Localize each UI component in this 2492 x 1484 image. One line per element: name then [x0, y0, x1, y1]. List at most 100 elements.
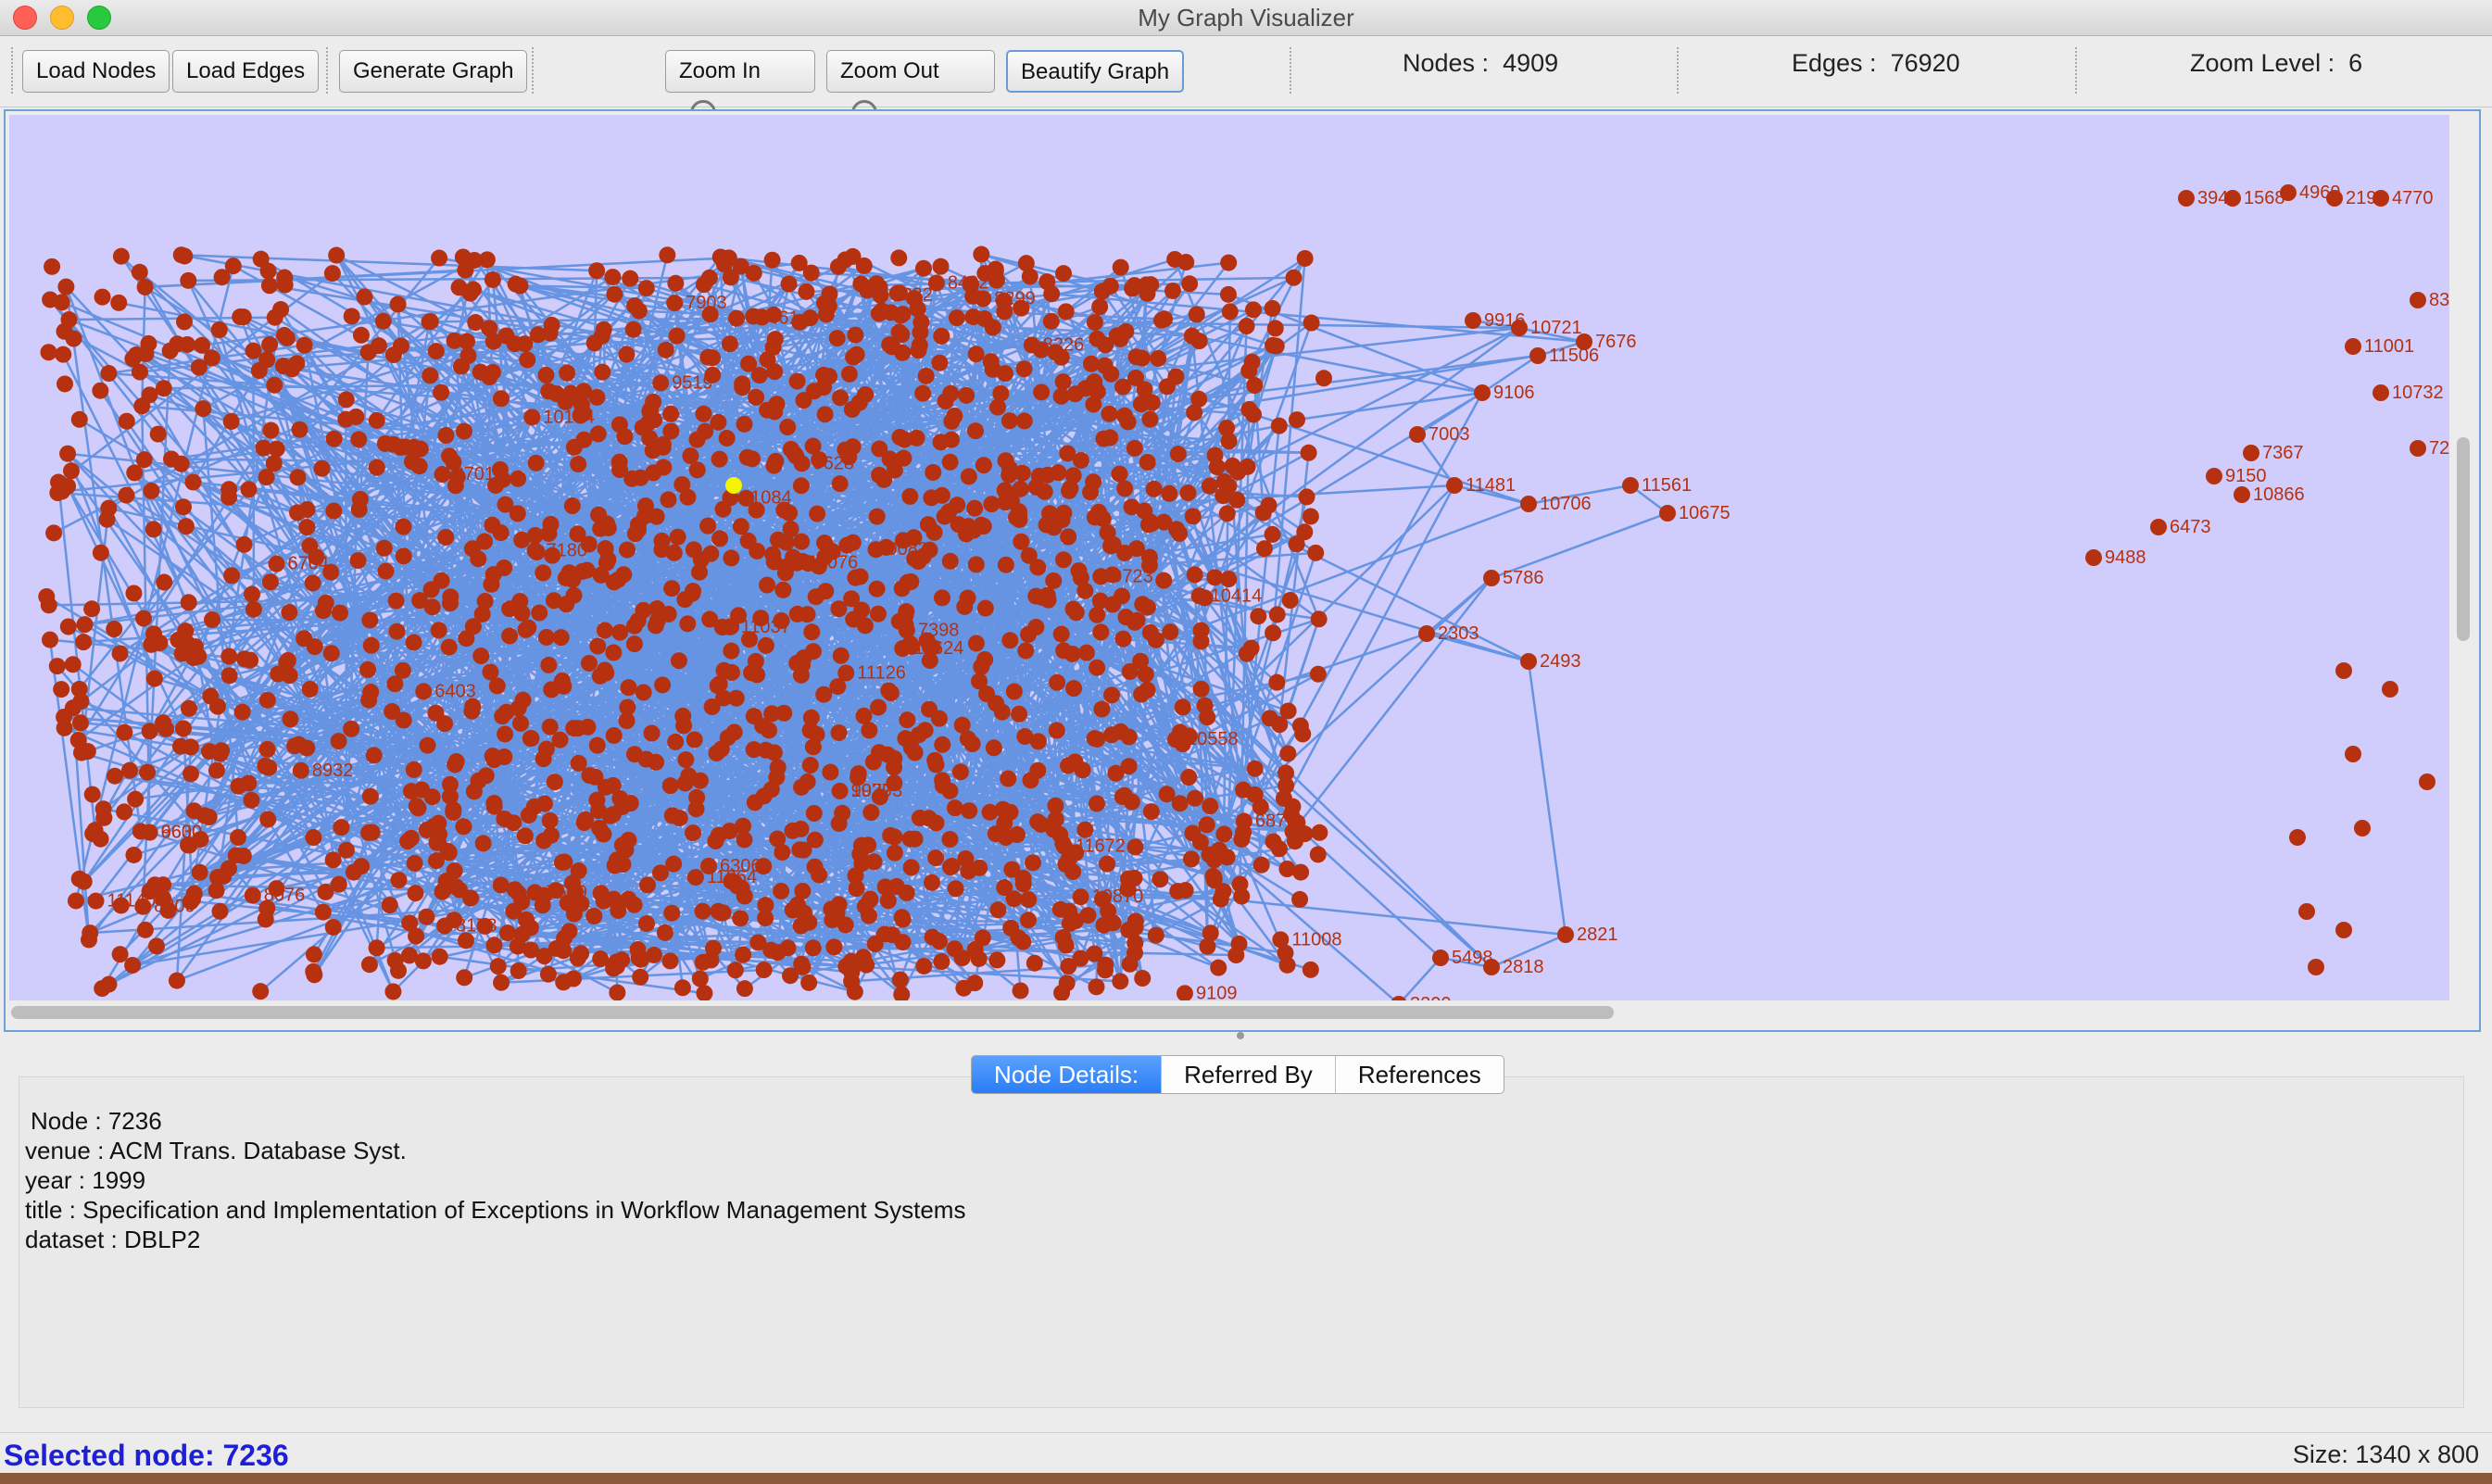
graph-node[interactable] [1013, 533, 1030, 550]
graph-node[interactable] [265, 455, 283, 472]
graph-node[interactable] [461, 284, 479, 302]
graph-node[interactable] [118, 412, 135, 430]
graph-node[interactable] [765, 744, 783, 761]
graph-node[interactable] [736, 415, 753, 433]
graph-node[interactable] [509, 937, 526, 955]
graph-node[interactable] [993, 703, 1011, 721]
graph-node[interactable] [535, 948, 553, 965]
graph-node[interactable] [1029, 813, 1047, 831]
graph-node[interactable] [406, 854, 423, 872]
graph-node[interactable] [411, 440, 429, 458]
graph-node[interactable] [992, 384, 1010, 402]
graph-node[interactable] [950, 516, 967, 534]
graph-node[interactable] [531, 604, 548, 622]
graph-node[interactable] [1089, 730, 1106, 748]
graph-node[interactable] [1120, 728, 1138, 746]
graph-node[interactable] [60, 311, 78, 329]
graph-node[interactable] [455, 422, 472, 440]
graph-node[interactable] [1187, 789, 1203, 807]
graph-node[interactable] [213, 742, 231, 760]
graph-node[interactable] [301, 680, 319, 698]
graph-node[interactable] [592, 950, 610, 968]
graph-node[interactable] [831, 782, 849, 799]
graph-node[interactable] [1302, 961, 1319, 978]
graph-node[interactable] [1210, 959, 1227, 976]
graph-node[interactable] [610, 416, 628, 434]
graph-node[interactable] [430, 622, 447, 639]
graph-node[interactable] [1465, 312, 1481, 329]
graph-node[interactable] [306, 966, 323, 984]
graph-node[interactable] [223, 567, 241, 585]
graph-node[interactable] [1104, 535, 1122, 553]
graph-node[interactable] [605, 644, 623, 661]
generate-graph-button[interactable]: Generate Graph [339, 50, 528, 93]
graph-node[interactable] [125, 585, 143, 602]
graph-node[interactable] [679, 615, 697, 633]
graph-node[interactable] [1270, 417, 1288, 434]
graph-node[interactable] [840, 365, 858, 383]
graph-node[interactable] [844, 534, 862, 551]
graph-node[interactable] [1120, 870, 1138, 887]
graph-node[interactable] [920, 810, 938, 827]
graph-node[interactable] [1112, 973, 1129, 990]
graph-node[interactable] [1058, 975, 1076, 992]
graph-node[interactable] [452, 358, 470, 375]
graph-node[interactable] [971, 673, 988, 690]
tab-referred-by[interactable]: Referred By [1162, 1056, 1336, 1093]
graph-node[interactable] [180, 271, 197, 289]
graph-node[interactable] [1108, 327, 1126, 345]
graph-node[interactable] [606, 285, 623, 303]
graph-node[interactable] [240, 774, 258, 792]
graph-node[interactable] [788, 372, 806, 390]
graph-node[interactable] [266, 308, 283, 326]
graph-node[interactable] [1140, 548, 1158, 566]
graph-node[interactable] [740, 355, 758, 372]
graph-node[interactable] [1268, 673, 1286, 691]
graph-node[interactable] [1265, 833, 1282, 850]
graph-node[interactable] [282, 711, 299, 728]
graph-node[interactable] [436, 715, 454, 733]
graph-node[interactable] [328, 246, 346, 264]
graph-node[interactable] [510, 962, 527, 979]
graph-node[interactable] [855, 707, 873, 724]
graph-node[interactable] [635, 684, 652, 701]
graph-node[interactable] [230, 828, 247, 846]
graph-node[interactable] [666, 295, 684, 312]
graph-node[interactable] [726, 962, 744, 979]
graph-node[interactable] [363, 824, 381, 841]
graph-node[interactable] [927, 756, 945, 773]
graph-node[interactable] [714, 500, 732, 518]
graph-node[interactable] [190, 648, 208, 665]
graph-node[interactable] [898, 622, 915, 639]
graph-node[interactable] [1529, 347, 1546, 364]
graph-node[interactable] [723, 549, 740, 567]
graph-node[interactable] [1065, 680, 1083, 698]
graph-node[interactable] [715, 661, 733, 679]
graph-node[interactable] [774, 844, 791, 861]
graph-node[interactable] [1229, 463, 1247, 481]
graph-node[interactable] [1001, 412, 1018, 430]
graph-node[interactable] [484, 363, 501, 381]
graph-node[interactable] [1059, 757, 1076, 774]
graph-node[interactable] [925, 463, 942, 481]
graph-node[interactable] [1134, 970, 1152, 987]
graph-node[interactable] [1115, 407, 1133, 424]
graph-node[interactable] [235, 535, 253, 553]
graph-node[interactable] [1139, 454, 1156, 472]
graph-node[interactable] [512, 714, 530, 732]
graph-node[interactable] [1184, 508, 1202, 525]
graph-node[interactable] [1208, 458, 1226, 475]
graph-node[interactable] [702, 951, 720, 969]
graph-node[interactable] [866, 936, 884, 953]
graph-node[interactable] [1215, 473, 1233, 491]
graph-node[interactable] [1114, 630, 1132, 648]
graph-node[interactable] [1227, 947, 1245, 964]
graph-node[interactable] [967, 635, 985, 652]
graph-node[interactable] [425, 818, 443, 836]
graph-node[interactable] [45, 524, 63, 542]
graph-node[interactable] [734, 379, 751, 396]
graph-node[interactable] [570, 862, 587, 880]
graph-node[interactable] [790, 254, 808, 271]
graph-node[interactable] [868, 580, 886, 597]
graph-node[interactable] [392, 337, 409, 355]
